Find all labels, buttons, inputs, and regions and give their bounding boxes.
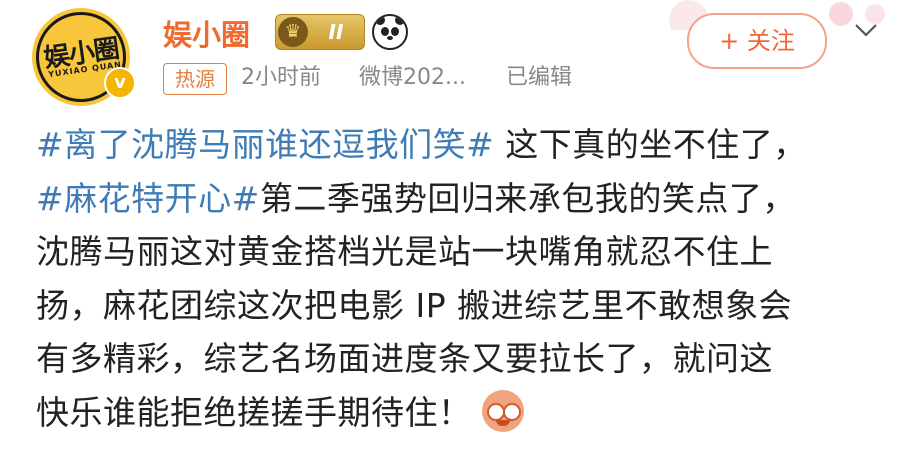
content-line: #离了沈腾马丽谁还逗我们笑# 这下真的坐不住了， [36, 118, 896, 172]
content-text: 快乐谁能拒绝搓搓手期待住！ [36, 392, 472, 432]
crown-icon: ♛ [278, 17, 308, 47]
post-client[interactable]: 微博202... [359, 63, 466, 93]
hashtag-link[interactable]: #麻花特开心# [36, 179, 260, 218]
hashtag-link[interactable]: #离了沈腾马丽谁还逗我们笑# [36, 125, 494, 164]
verified-badge-icon: v [104, 67, 136, 99]
content-text: 有多精彩，综艺名场面进度条又要拉长了，就问这 [36, 339, 773, 378]
grin-emoji-icon [481, 389, 524, 432]
content-line: #麻花特开心#第二季强势回归来承包我的笑点了， [36, 172, 896, 226]
username[interactable]: 娱小圈 [163, 12, 250, 54]
edited-label[interactable]: 已编辑 [506, 63, 572, 93]
content-line: 有多精彩，综艺名场面进度条又要拉长了，就问这 [36, 332, 896, 386]
content-text: 这下真的坐不住了， [494, 125, 807, 164]
content-text: 第二季强势回归来承包我的笑点了， [259, 178, 796, 218]
panda-icon[interactable] [372, 14, 408, 50]
content-text: 扬，麻花团综这次把电影 IP 搬进综艺里不敢想象会 [36, 285, 793, 325]
level-badge[interactable]: ♛ II [275, 14, 365, 50]
follow-button[interactable]: + 关注 [687, 13, 827, 69]
chevron-down-icon[interactable] [851, 15, 881, 45]
content-line: 扬，麻花团综这次把电影 IP 搬进综艺里不敢想象会 [36, 279, 896, 333]
post-content: #离了沈腾马丽谁还逗我们笑# 这下真的坐不住了， #麻花特开心#第二季强势回归来… [36, 118, 896, 439]
content-line: 沈腾马丽这对黄金搭档光是站一块嘴角就忍不住上 [36, 225, 896, 279]
post-time: 2小时前 [241, 65, 321, 90]
source-tag[interactable]: 热源 [163, 63, 227, 95]
content-text: 沈腾马丽这对黄金搭档光是站一块嘴角就忍不住上 [36, 232, 773, 271]
level-badge-label: II [328, 20, 344, 44]
content-line: 快乐谁能拒绝搓搓手期待住！ [36, 386, 896, 440]
